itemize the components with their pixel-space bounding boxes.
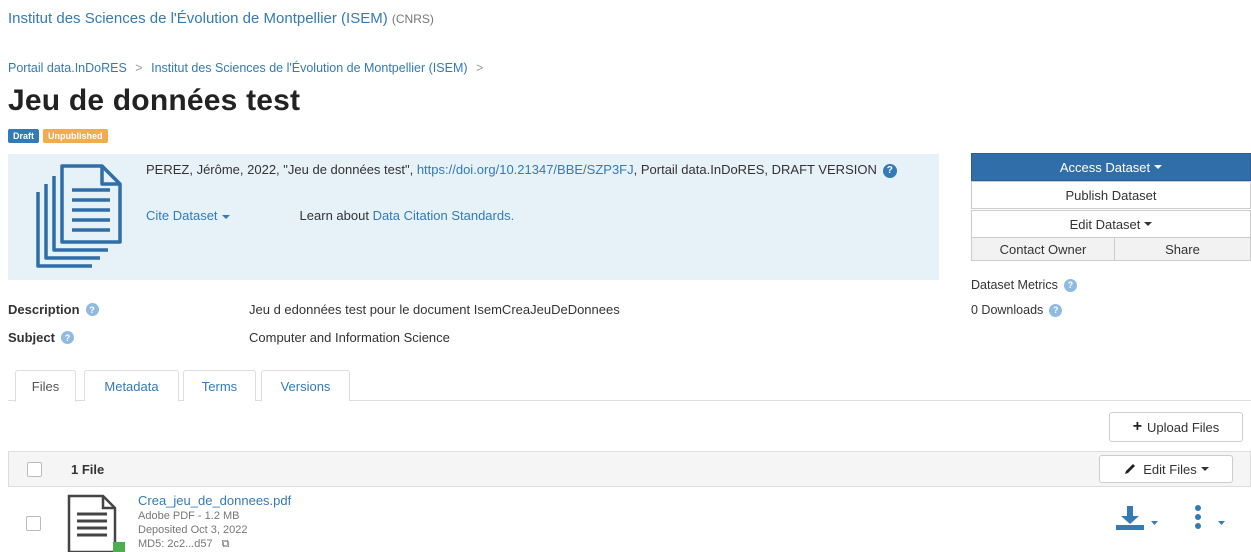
- contact-owner-label: Contact Owner: [999, 241, 1087, 257]
- tab-terms[interactable]: Terms: [183, 370, 256, 401]
- unpublished-badge: Unpublished: [43, 129, 108, 143]
- breadcrumb-item-portal[interactable]: Portail data.InDoRES: [8, 61, 127, 75]
- more-options-icon[interactable]: [1188, 504, 1228, 532]
- description-label-text: Description: [8, 302, 80, 317]
- file-checkbox[interactable]: [26, 516, 41, 531]
- cite-dataset-label: Cite Dataset: [146, 208, 218, 223]
- citation-text-after: , Portail data.InDoRES, DRAFT VERSION: [633, 162, 877, 177]
- file-md5-text: MD5: 2c2...d57: [138, 538, 213, 550]
- table-row: Crea_jeu_de_donnees.pdf Adobe PDF - 1.2 …: [8, 488, 1251, 552]
- share-button[interactable]: Share: [1114, 237, 1251, 261]
- downloads-count: 0 Downloads?: [971, 303, 1063, 317]
- edit-dataset-button[interactable]: Edit Dataset: [971, 210, 1251, 238]
- download-icon[interactable]: [1113, 504, 1161, 532]
- file-md5: MD5: 2c2...d57 ⧉: [138, 538, 230, 551]
- question-icon[interactable]: ?: [60, 331, 74, 344]
- edit-files-button[interactable]: Edit Files: [1099, 455, 1233, 483]
- page-title: Jeu de données test: [8, 84, 301, 117]
- status-labels: Draft Unpublished: [8, 129, 108, 143]
- tab-versions[interactable]: Versions: [261, 370, 350, 401]
- access-dataset-label: Access Dataset: [1059, 159, 1151, 175]
- dataset-document-icon: [36, 164, 122, 268]
- subject-label-text: Subject: [8, 330, 55, 345]
- caret-down-icon: [1200, 467, 1209, 471]
- description-label: Description?: [8, 302, 99, 317]
- downloads-label: 0 Downloads: [971, 303, 1044, 317]
- citation-standards-link[interactable]: Data Citation Standards.: [373, 208, 515, 223]
- learn-citation-standards: Learn about Data Citation Standards.: [300, 208, 515, 223]
- draft-badge: Draft: [8, 129, 40, 143]
- caret-down-icon: [1154, 165, 1163, 169]
- citation-text-before: PEREZ, Jérôme, 2022, "Jeu de données tes…: [146, 162, 417, 177]
- description-value: Jeu d edonnées test pour le document Ise…: [249, 302, 620, 317]
- contact-owner-button[interactable]: Contact Owner: [971, 237, 1115, 261]
- dataset-metrics: Dataset Metrics?: [971, 278, 1077, 292]
- caret-down-icon: [221, 214, 230, 219]
- question-icon[interactable]: ?: [1049, 303, 1063, 317]
- pencil-icon: [1125, 464, 1136, 474]
- file-name-link[interactable]: Crea_jeu_de_donnees.pdf: [138, 493, 291, 508]
- subject-label: Subject?: [8, 330, 74, 345]
- question-icon[interactable]: ?: [1063, 278, 1077, 292]
- tab-metadata[interactable]: Metadata: [84, 370, 179, 401]
- share-label: Share: [1165, 241, 1200, 257]
- unlock-icon: [113, 542, 125, 552]
- plus-icon: +: [1132, 418, 1143, 435]
- caret-down-icon: [1144, 222, 1153, 226]
- dataset-tabs: Files Metadata Terms Versions: [8, 370, 1251, 402]
- organization-header[interactable]: Institut des Sciences de l'Évolution de …: [8, 10, 434, 27]
- tab-files[interactable]: Files: [15, 370, 76, 402]
- subject-value: Computer and Information Science: [249, 330, 450, 345]
- citation-box: PEREZ, Jérôme, 2022, "Jeu de données tes…: [8, 154, 939, 280]
- upload-files-label: Upload Files: [1147, 419, 1220, 435]
- question-icon[interactable]: ?: [85, 303, 99, 316]
- organization-name[interactable]: Institut des Sciences de l'Évolution de …: [8, 10, 388, 27]
- file-count: 1 File: [71, 462, 105, 477]
- file-type-size: Adobe PDF - 1.2 MB: [138, 510, 240, 522]
- doi-link[interactable]: https://doi.org/10.21347/BBE/SZP3FJ: [417, 162, 634, 177]
- organization-affiliation: (CNRS): [391, 12, 434, 26]
- publish-dataset-label: Publish Dataset: [1065, 187, 1157, 203]
- breadcrumb-item-isem[interactable]: Institut des Sciences de l'Évolution de …: [151, 61, 467, 75]
- upload-files-button[interactable]: + Upload Files: [1109, 412, 1243, 442]
- breadcrumb-separator: >: [135, 61, 143, 75]
- file-deposited-date: Deposited Oct 3, 2022: [138, 524, 248, 536]
- select-all-checkbox[interactable]: [27, 462, 42, 477]
- copy-icon[interactable]: ⧉: [222, 538, 230, 550]
- cite-row: Cite Dataset Learn about Data Citation S…: [146, 208, 514, 223]
- learn-prefix: Learn about: [299, 208, 373, 223]
- question-icon[interactable]: ?: [882, 163, 897, 178]
- file-document-icon[interactable]: [67, 494, 129, 552]
- breadcrumb: Portail data.InDoRES > Institut des Scie…: [8, 61, 488, 75]
- edit-files-label: Edit Files: [1143, 461, 1197, 477]
- publish-dataset-button[interactable]: Publish Dataset: [971, 181, 1251, 209]
- cite-dataset-dropdown[interactable]: Cite Dataset: [146, 208, 230, 223]
- access-dataset-button[interactable]: Access Dataset: [971, 153, 1251, 181]
- dataset-metrics-label: Dataset Metrics: [971, 278, 1058, 292]
- files-table-header: 1 File Edit Files: [8, 451, 1251, 487]
- edit-dataset-label: Edit Dataset: [1069, 216, 1141, 232]
- breadcrumb-separator: >: [476, 61, 484, 75]
- citation-text: PEREZ, Jérôme, 2022, "Jeu de données tes…: [146, 161, 916, 178]
